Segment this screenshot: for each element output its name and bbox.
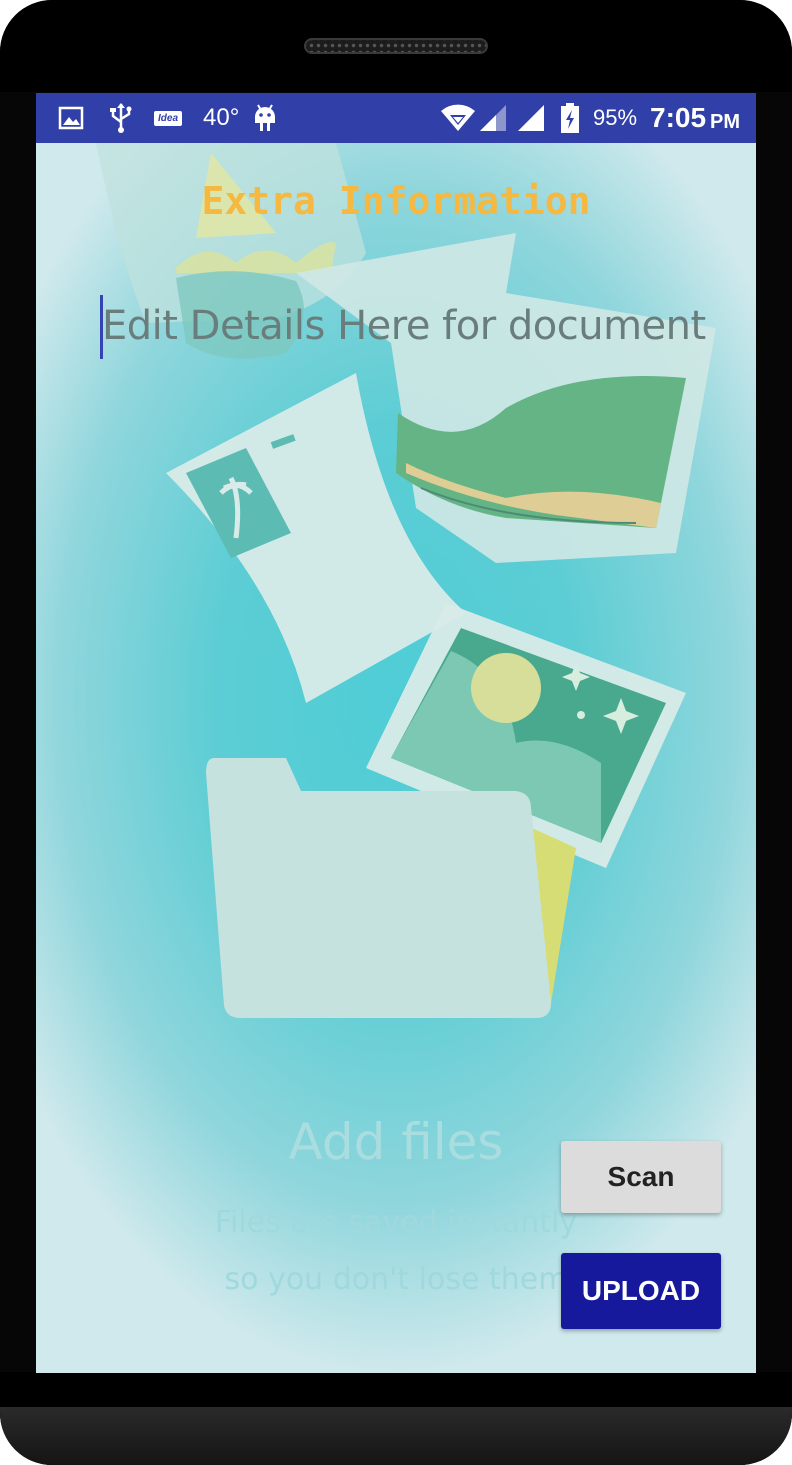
speaker-grille — [304, 38, 488, 54]
temperature-text: 40° — [203, 104, 240, 131]
main-content: Extra Information Edit Details Here for … — [36, 143, 756, 1373]
scan-button[interactable]: Scan — [561, 1141, 721, 1213]
clock-suffix: PM — [710, 110, 740, 133]
gallery-icon — [58, 93, 84, 143]
status-bar: Idea 40° 95% 7:05 PM — [36, 93, 756, 143]
upload-button[interactable]: UPLOAD — [561, 1253, 721, 1329]
signal-icon — [478, 93, 508, 143]
idea-carrier-icon: Idea — [154, 93, 183, 143]
phone-frame: Idea 40° 95% 7:05 PM Extra Information E… — [0, 0, 792, 1465]
signal-icon — [516, 93, 546, 143]
android-icon — [252, 93, 278, 143]
phone-chin — [0, 1407, 792, 1465]
wifi-icon — [440, 93, 476, 143]
clock-text: 7:05 — [650, 102, 707, 133]
details-input[interactable]: Edit Details Here for document — [100, 295, 720, 359]
screen: Idea 40° 95% 7:05 PM Extra Information E… — [36, 93, 756, 1373]
battery-charging-icon — [560, 93, 580, 143]
battery-percent-text: 95% — [593, 105, 638, 130]
usb-icon — [109, 93, 133, 143]
page-title: Extra Information — [201, 179, 591, 223]
phone-top-bezel — [0, 0, 792, 92]
details-placeholder: Edit Details Here for document — [102, 303, 706, 349]
carrier-badge: Idea — [154, 110, 183, 126]
